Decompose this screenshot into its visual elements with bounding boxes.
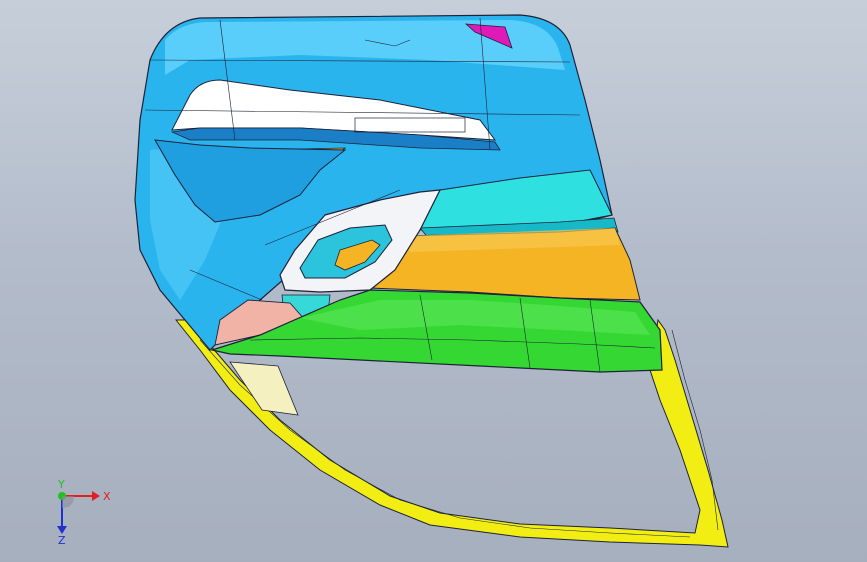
z-axis-arrow [57,526,67,534]
triad-plane [62,496,74,508]
x-axis-label: X [103,490,111,503]
y-axis-label: Y [57,478,65,491]
z-axis-label: Z [58,534,66,546]
door-trim-model[interactable] [0,0,867,562]
coordinate-triad: X Y Z [44,476,124,547]
cad-viewport[interactable]: X Y Z [0,0,867,562]
x-axis-arrow [92,491,100,501]
